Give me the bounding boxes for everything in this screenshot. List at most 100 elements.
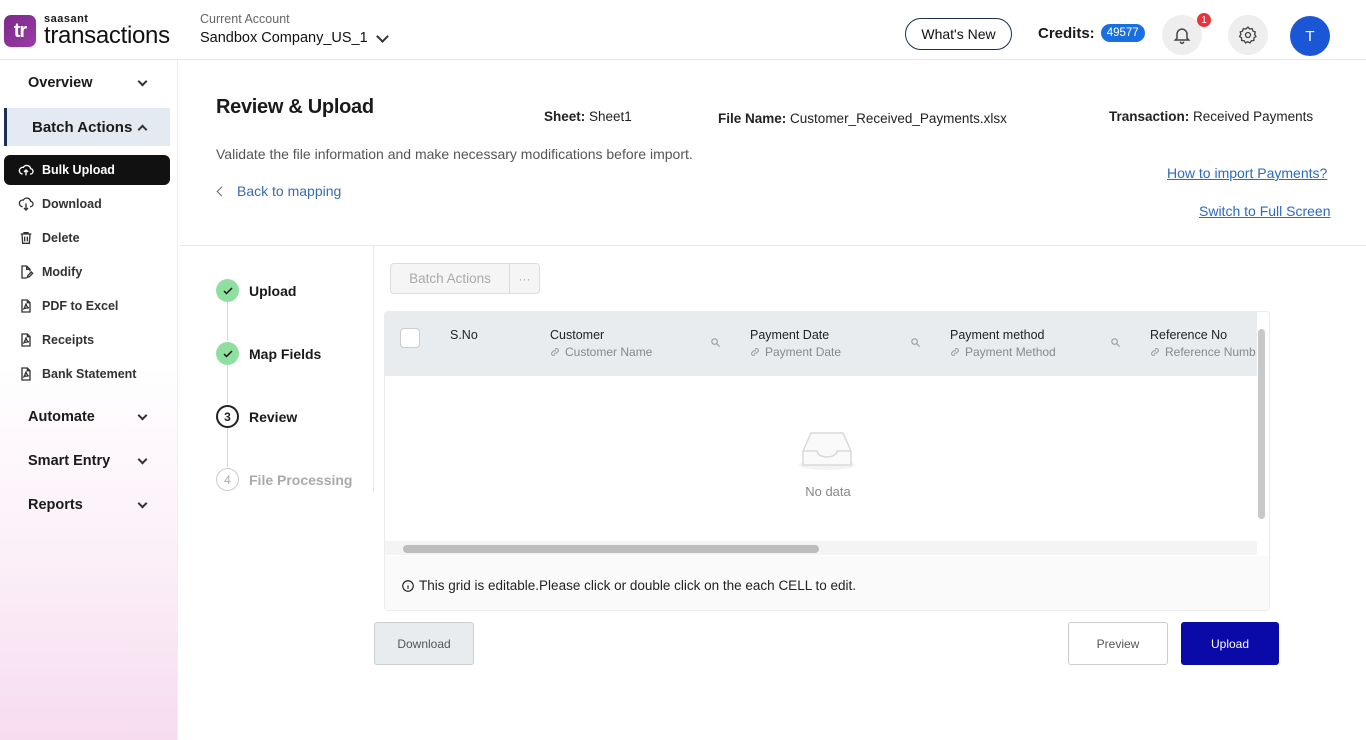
file-value: Customer_Received_Payments.xlsx: [790, 111, 1007, 126]
step-number: 4: [216, 468, 239, 491]
sheet-info: Sheet: Sheet1: [544, 109, 632, 124]
grid-header: S.No Customer Customer Name Payment Date…: [385, 312, 1257, 376]
sidebar-section-label: Smart Entry: [28, 453, 111, 469]
sidebar-item-bulk-upload[interactable]: Bulk Upload: [4, 155, 170, 185]
grid-note-text: This grid is editable.Please click or do…: [419, 578, 856, 593]
sidebar-section-smart-entry[interactable]: Smart Entry: [0, 442, 170, 480]
full-screen-link[interactable]: Switch to Full Screen: [1199, 203, 1331, 219]
search-icon[interactable]: [910, 337, 921, 348]
sheet-label: Sheet:: [544, 109, 586, 124]
download-cloud-icon: [18, 197, 34, 211]
column-header-payment-method[interactable]: Payment method Payment Method: [950, 328, 1056, 359]
empty-state-text: No data: [805, 484, 851, 499]
edit-file-icon: [21, 265, 34, 279]
grid-edit-note: This grid is editable.Please click or do…: [401, 578, 856, 593]
app-logo[interactable]: tr saasant transactions: [4, 14, 170, 48]
search-icon[interactable]: [710, 337, 721, 348]
sidebar-item-label: PDF to Excel: [42, 299, 119, 313]
column-mapped-field: Payment Method: [965, 345, 1056, 359]
file-info: File Name: Customer_Received_Payments.xl…: [718, 111, 1007, 126]
column-title: Reference No: [1150, 328, 1228, 342]
statement-icon: [21, 367, 31, 381]
sidebar-item-receipts[interactable]: Receipts: [4, 325, 170, 355]
sidebar-section-automate[interactable]: Automate: [0, 398, 170, 436]
column-header-sno[interactable]: S.No: [450, 328, 478, 342]
sidebar-item-label: Download: [42, 197, 102, 211]
column-title: Payment Date: [750, 328, 830, 342]
upload-button[interactable]: Upload: [1181, 622, 1279, 665]
step-label: Upload: [249, 282, 297, 299]
chevron-down-icon: [137, 410, 148, 420]
divider: [180, 245, 1366, 246]
credits-label: Credits:: [1038, 24, 1095, 42]
credits: Credits: 49577: [1038, 24, 1145, 42]
step-connector: [227, 365, 228, 404]
account-name: Sandbox Company_US_1: [200, 30, 368, 46]
sidebar-section-label: Automate: [28, 409, 95, 425]
step-upload: Upload: [216, 279, 296, 302]
step-label: File Processing: [249, 471, 353, 488]
bell-icon: [1173, 28, 1191, 45]
account-dropdown[interactable]: Sandbox Company_US_1: [200, 29, 389, 46]
sidebar-item-delete[interactable]: Delete: [4, 223, 170, 253]
sidebar-item-download[interactable]: Download: [4, 189, 170, 219]
more-actions-button[interactable]: ···: [509, 263, 540, 294]
column-mapped-field: Payment Date: [765, 345, 842, 359]
notifications-button[interactable]: [1162, 15, 1202, 55]
settings-button[interactable]: [1228, 15, 1268, 55]
search-icon[interactable]: [1110, 337, 1121, 348]
chevron-up-icon: [137, 124, 148, 134]
column-title: S.No: [450, 328, 478, 342]
upload-cloud-icon: [18, 164, 34, 176]
check-icon: [216, 342, 239, 365]
whats-new-button[interactable]: What's New: [905, 18, 1012, 50]
sidebar-item-label: Bank Statement: [42, 367, 137, 381]
step-label: Map Fields: [249, 345, 322, 362]
step-file-processing: 4 File Processing: [216, 468, 352, 491]
back-to-mapping-link[interactable]: Back to mapping: [216, 183, 341, 199]
link-icon: [1151, 348, 1159, 356]
link-icon: [551, 348, 559, 356]
receipt-icon: [21, 333, 31, 347]
link-icon: [751, 348, 759, 356]
step-map-fields: Map Fields: [216, 342, 321, 365]
pdf-file-icon: [21, 299, 31, 313]
column-header-customer[interactable]: Customer Customer Name: [550, 328, 652, 359]
transaction-label: Transaction:: [1109, 109, 1190, 124]
chevron-down-icon: [375, 29, 389, 43]
sidebar-item-label: Delete: [42, 231, 80, 245]
sidebar-item-modify[interactable]: Modify: [4, 257, 170, 287]
chevron-left-icon: [216, 186, 227, 196]
how-to-import-link[interactable]: How to import Payments?: [1167, 165, 1327, 181]
sidebar-section-overview[interactable]: Overview: [0, 64, 170, 102]
transaction-value: Received Payments: [1193, 109, 1314, 124]
preview-button[interactable]: Preview: [1068, 622, 1168, 665]
notification-badge: 1: [1197, 13, 1211, 27]
page-subtitle: Validate the file information and make n…: [216, 146, 693, 162]
step-label: Review: [249, 408, 298, 425]
divider: [373, 246, 374, 492]
link-icon: [951, 348, 959, 356]
batch-actions-button[interactable]: Batch Actions: [390, 263, 509, 294]
chevron-down-icon: [137, 454, 148, 464]
sidebar-item-label: Modify: [42, 265, 83, 279]
data-grid: S.No Customer Customer Name Payment Date…: [384, 311, 1270, 611]
horizontal-scrollbar[interactable]: [403, 545, 819, 553]
sidebar-section-reports[interactable]: Reports: [0, 486, 170, 524]
select-all-checkbox[interactable]: [400, 328, 420, 348]
account-switcher: Current Account Sandbox Company_US_1: [200, 12, 389, 46]
column-title: Payment method: [950, 328, 1045, 342]
trash-icon: [20, 232, 32, 244]
sidebar-section-batch-actions[interactable]: Batch Actions: [4, 108, 170, 146]
sidebar-item-label: Receipts: [42, 333, 95, 347]
chevron-down-icon: [137, 76, 148, 86]
column-header-payment-date[interactable]: Payment Date Payment Date: [750, 328, 841, 359]
sidebar-item-pdf-to-excel[interactable]: PDF to Excel: [4, 291, 170, 321]
download-button[interactable]: Download: [374, 622, 474, 665]
sidebar: Overview Batch Actions Bulk Upload Downl…: [0, 60, 178, 740]
logo-mark: tr: [4, 15, 36, 47]
sidebar-item-label: Bulk Upload: [42, 163, 115, 177]
user-avatar[interactable]: T: [1290, 16, 1330, 56]
sidebar-item-bank-statement[interactable]: Bank Statement: [4, 359, 170, 389]
column-header-reference-no[interactable]: Reference No Reference Numb: [1150, 328, 1257, 359]
